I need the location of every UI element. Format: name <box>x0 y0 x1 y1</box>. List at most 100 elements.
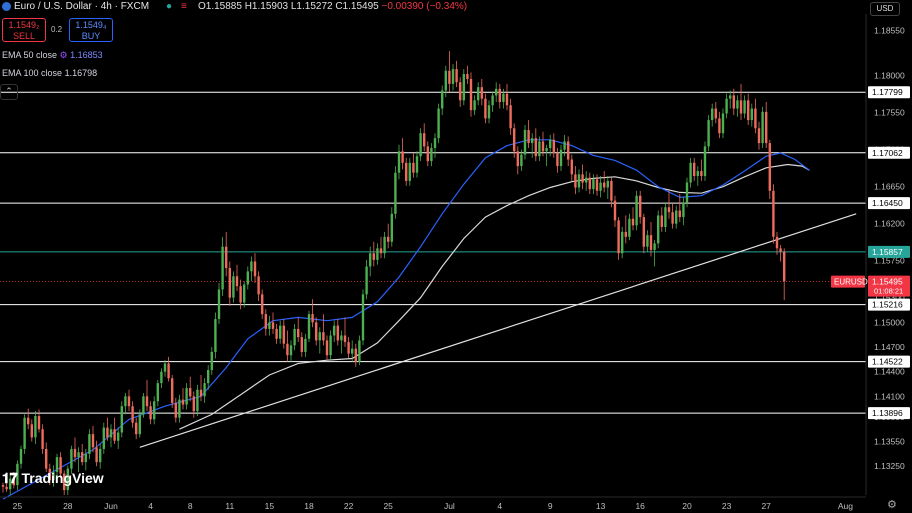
candle <box>361 289 365 346</box>
candle-body <box>721 113 725 134</box>
candle <box>120 401 123 438</box>
price-tick-label: 1.16200 <box>874 219 905 229</box>
candle-body <box>732 95 735 109</box>
settings-icon[interactable]: ⚙ <box>887 498 897 511</box>
candle-body <box>520 154 523 167</box>
candle-body <box>5 486 8 490</box>
candle-body <box>225 246 228 269</box>
candle-body <box>37 416 41 430</box>
candle-body <box>286 343 289 356</box>
candle <box>307 310 311 343</box>
candle-body <box>469 78 473 111</box>
candle-body <box>509 105 512 129</box>
price-chart[interactable]: 1.185501.180001.175501.171001.166501.162… <box>0 0 912 513</box>
time-tick-label: 18 <box>304 501 314 511</box>
candle-body <box>145 396 149 407</box>
candle-body <box>351 348 354 354</box>
candle-body <box>369 253 372 267</box>
settings-icon[interactable]: ⚙ <box>60 50 68 60</box>
candle-body <box>293 328 296 346</box>
candle-body <box>473 100 476 111</box>
time-tick-label: 9 <box>548 501 553 511</box>
candle-body <box>131 406 134 423</box>
candle-body <box>333 325 336 336</box>
buy-price: 1.1549₄ <box>75 20 107 30</box>
candle-body <box>430 148 433 162</box>
candle-body <box>664 207 667 227</box>
level-price-tag: 1.13896 <box>872 408 903 418</box>
candle-body <box>390 213 393 242</box>
candle-body <box>516 151 519 167</box>
symbol-title[interactable]: Euro / U.S. Dollar · 4h · FXCM <box>14 1 149 12</box>
candle-body <box>153 401 156 420</box>
candle <box>703 141 707 181</box>
tradingview-logo: 𝟏𝟕 TradingView <box>2 470 104 487</box>
ema50-value: 1.16853 <box>70 50 103 60</box>
price-tick-label: 1.18000 <box>874 71 905 81</box>
candle-body <box>34 416 37 438</box>
candle-body <box>408 162 411 181</box>
candle-body <box>567 141 570 160</box>
candle-body <box>365 266 368 295</box>
candle-body <box>718 118 721 134</box>
candle <box>635 190 638 231</box>
collapse-legend-button[interactable]: ⌃ <box>0 84 18 100</box>
time-tick-label: 4 <box>497 501 502 511</box>
candle-body <box>585 177 588 183</box>
sell-label: SELL <box>12 31 36 41</box>
price-tick-label: 1.15000 <box>874 317 905 327</box>
candle-body <box>142 396 145 415</box>
spread-value: 0.2 <box>51 25 63 34</box>
candle-body <box>603 182 606 188</box>
candle-body <box>779 248 782 252</box>
candle-body <box>577 174 581 188</box>
candle-body <box>149 406 152 420</box>
candle <box>214 312 217 359</box>
candle <box>142 393 145 418</box>
sell-button[interactable]: 1.1549₂ SELL <box>2 18 46 42</box>
candle-body <box>505 93 509 106</box>
candle-body <box>228 268 231 298</box>
candle-body <box>599 182 602 191</box>
candle-body <box>253 261 257 277</box>
candle-body <box>426 146 429 162</box>
eye-icon: ≡ <box>181 1 187 12</box>
time-tick-label: 20 <box>682 501 692 511</box>
time-tick-label: 8 <box>188 501 193 511</box>
candle-body <box>113 429 116 441</box>
candle <box>23 414 26 454</box>
candle <box>761 106 764 149</box>
price-tick-label: 1.16650 <box>874 182 905 192</box>
level-price-tag: 1.16450 <box>872 198 903 208</box>
candle-body <box>750 108 753 121</box>
candle-body <box>462 74 465 101</box>
candle-body <box>347 342 350 354</box>
buy-button[interactable]: 1.1549₄ BUY <box>69 18 113 42</box>
candle-body <box>631 218 635 226</box>
candle-body <box>336 325 339 341</box>
currency-button[interactable]: USD <box>870 2 900 16</box>
candle-body <box>325 340 329 356</box>
symbol-tag: EURUSD <box>834 278 868 287</box>
ema100-legend[interactable]: EMA 100 close 1.16798 <box>2 68 97 78</box>
candle-body <box>109 429 113 438</box>
time-tick-label: 16 <box>635 501 645 511</box>
candle-body <box>23 417 26 449</box>
price-tick-label: 1.14700 <box>874 342 905 352</box>
candle-body <box>387 236 390 242</box>
candle-body <box>117 432 120 441</box>
candle-body <box>185 388 188 405</box>
candle-body <box>423 133 426 147</box>
candle-body <box>725 98 728 114</box>
time-tick-label: 25 <box>13 501 23 511</box>
candle-body <box>606 180 609 188</box>
candle-body <box>207 370 210 384</box>
time-tick-label: 25 <box>383 501 393 511</box>
candle-body <box>693 162 696 176</box>
candle-body <box>315 322 318 341</box>
time-tick-label: Aug <box>838 501 853 511</box>
ema50-legend[interactable]: EMA 50 close ⚙ 1.16853 <box>2 50 103 61</box>
candle-body <box>401 151 404 163</box>
candle-body <box>531 138 534 144</box>
time-tick-label: 23 <box>722 501 732 511</box>
